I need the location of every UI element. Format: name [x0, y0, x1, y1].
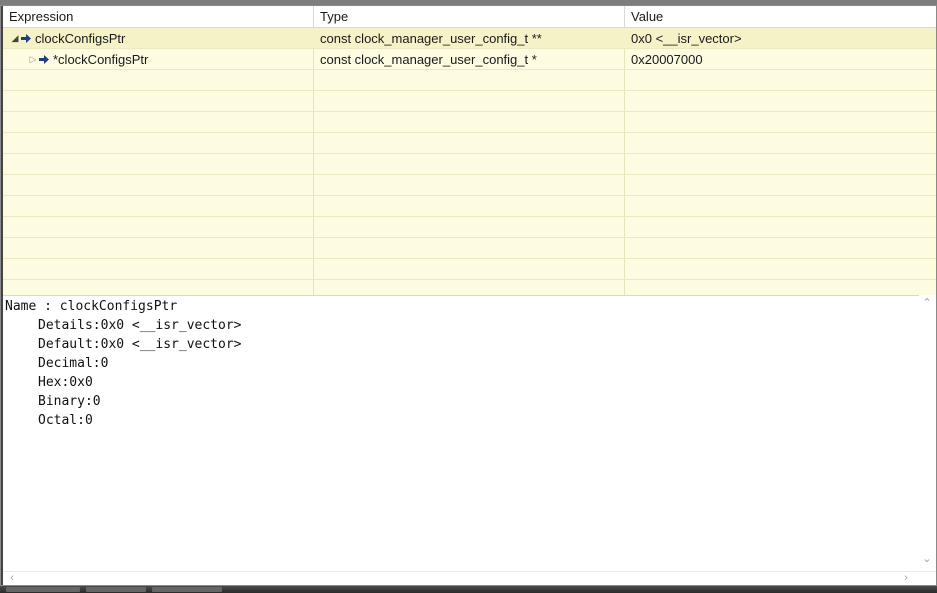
details-name-line: Name : clockConfigsPtr [5, 299, 178, 314]
empty-row [3, 217, 936, 238]
details-line: Octal:0 [38, 413, 93, 428]
expand-triangle-icon[interactable]: ◢ [9, 28, 21, 49]
empty-row [3, 175, 936, 196]
variable-arrow-icon [21, 28, 35, 43]
scroll-left-arrow-icon[interactable]: ‹ [5, 572, 19, 585]
value-cell[interactable]: 0x0 <__isr_vector> [631, 28, 931, 49]
expressions-view: Expression Type Value ◢ clockConfigsPtr c… [0, 5, 937, 586]
expression-name: clockConfigsPtr [35, 31, 126, 46]
details-line: Hex:0x0 [38, 375, 93, 390]
empty-row [3, 91, 936, 112]
empty-row [3, 133, 936, 154]
scroll-right-arrow-icon[interactable]: › [899, 572, 913, 585]
details-line: Default:0x0 <__isr_vector> [38, 337, 242, 352]
empty-row [3, 259, 936, 280]
column-header: Expression Type Value [3, 6, 936, 28]
empty-row [3, 238, 936, 259]
details-pane[interactable]: Name : clockConfigsPtr Details:0x0 <__is… [3, 295, 921, 572]
empty-row [3, 154, 936, 175]
variable-arrow-icon [39, 49, 53, 64]
scroll-down-arrow-icon[interactable]: ⌄ [920, 553, 934, 566]
table-row[interactable]: ▷ *clockConfigsPtr const clock_manager_us… [3, 49, 936, 70]
taskbar-fragment [0, 586, 937, 593]
horizontal-scrollbar[interactable]: ‹ › [3, 571, 936, 585]
taskbar-item [152, 587, 222, 592]
table-row[interactable]: ◢ clockConfigsPtr const clock_manager_use… [3, 28, 936, 49]
column-header-type[interactable]: Type [314, 6, 625, 28]
empty-row [3, 196, 936, 217]
details-line: Details:0x0 <__isr_vector> [38, 318, 242, 333]
expression-cell: ◢ clockConfigsPtr [9, 28, 309, 49]
details-line: Decimal:0 [38, 356, 109, 371]
empty-row [3, 280, 936, 295]
type-cell: const clock_manager_user_config_t * [320, 52, 537, 67]
collapse-triangle-icon[interactable]: ▷ [27, 49, 39, 70]
value-cell[interactable]: 0x20007000 [631, 49, 931, 70]
taskbar-item [6, 587, 80, 592]
scroll-up-arrow-icon[interactable]: ⌃ [920, 297, 934, 310]
type-cell: const clock_manager_user_config_t ** [320, 31, 542, 46]
expression-cell: ▷ *clockConfigsPtr [27, 49, 311, 70]
taskbar-item [86, 587, 146, 592]
column-header-value[interactable]: Value [625, 6, 936, 28]
empty-row [3, 70, 936, 91]
expression-name: *clockConfigsPtr [53, 52, 149, 67]
details-line: Binary:0 [38, 394, 101, 409]
expressions-table: ◢ clockConfigsPtr const clock_manager_use… [3, 28, 936, 295]
column-header-expression[interactable]: Expression [3, 6, 314, 28]
empty-row [3, 112, 936, 133]
vertical-scrollbar[interactable]: ⌃ ⌄ [919, 295, 936, 571]
